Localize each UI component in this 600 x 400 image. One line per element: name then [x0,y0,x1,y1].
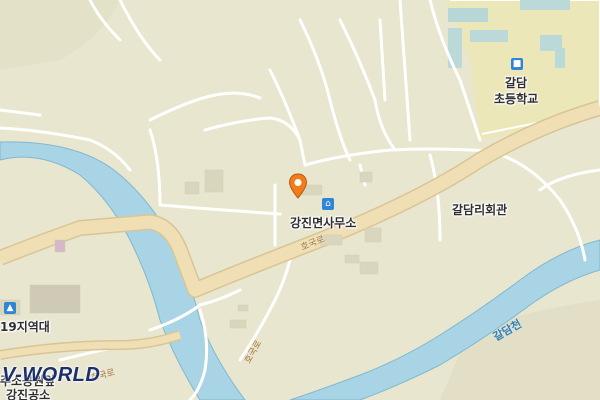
hall-label[interactable]: 갈담리회관 [452,201,507,218]
map-viewport[interactable]: ■ 갈담 초등학교 ⌂ 강진면사무소 갈담리회관 ▲ 19지역대 호국로 호국로… [0,0,600,400]
vworld-logo: V-WORLD [2,364,101,386]
office-label[interactable]: 강진면사무소 [290,214,356,231]
building-icon[interactable]: ⌂ [322,198,334,210]
map-pin-icon[interactable] [288,173,308,199]
school-label-line2[interactable]: 초등학교 [494,90,538,107]
map-base-layer [0,0,600,400]
bottom-left-label-2[interactable]: 강진공소 [6,386,50,400]
school-label-line1[interactable]: 갈담 [505,74,527,91]
station-label[interactable]: 19지역대 [0,318,50,335]
fire-station-icon[interactable]: ▲ [4,302,16,314]
school-icon[interactable]: ■ [511,58,523,70]
